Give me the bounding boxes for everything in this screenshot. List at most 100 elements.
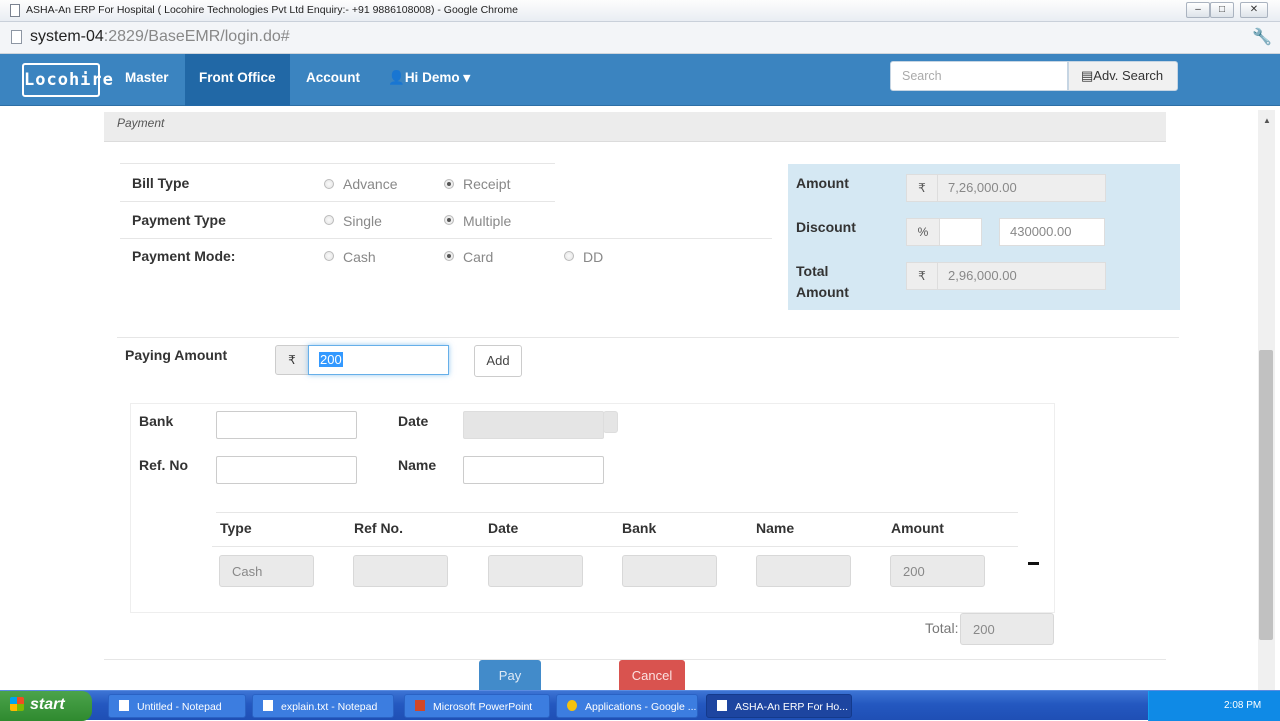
payment-type-multiple-radio[interactable] — [444, 215, 454, 225]
nav-item-master[interactable]: Master — [111, 54, 183, 106]
window-title-bar: ASHA-An ERP For Hospital ( Locohire Tech… — [0, 0, 1280, 22]
ref-no-input[interactable] — [216, 456, 357, 484]
bank-label: Bank — [139, 413, 174, 429]
date-label: Date — [398, 413, 429, 429]
notepad-icon — [263, 700, 273, 711]
payment-mode-cash-label[interactable]: Cash — [343, 249, 376, 265]
document-icon — [717, 700, 727, 711]
name-input[interactable] — [463, 456, 604, 484]
pay-button[interactable]: Pay — [479, 660, 541, 694]
payment-mode-label: Payment Mode: — [132, 248, 236, 264]
taskbar-item-label: explain.txt - Notepad — [281, 701, 378, 713]
date-input[interactable] — [463, 411, 604, 439]
user-icon: 👤 — [388, 70, 405, 85]
minimize-button[interactable]: – — [1186, 2, 1210, 18]
row-amount-cell: 200 — [890, 555, 985, 587]
payment-type-label: Payment Type — [132, 212, 226, 228]
bill-type-receipt-radio[interactable] — [444, 179, 454, 189]
taskbar-item-label: Applications - Google ... — [585, 701, 697, 713]
payment-mode-card-label[interactable]: Card — [463, 249, 493, 265]
page-scrollbar[interactable]: ▲ — [1258, 110, 1275, 690]
column-header-amount: Amount — [891, 520, 944, 536]
bill-type-label: Bill Type — [132, 175, 190, 191]
address-bar: system-04:2829/BaseEMR/login.do# 🔧 — [0, 22, 1280, 54]
taskbar-item-chrome-applications[interactable]: Applications - Google ... — [556, 694, 698, 718]
discount-amount-input[interactable]: 430000.00 — [999, 218, 1105, 246]
taskbar-item-label: Microsoft PowerPoint — [433, 701, 533, 713]
header-divider — [212, 546, 1018, 547]
scroll-up-arrow-icon[interactable]: ▲ — [1263, 116, 1271, 125]
bill-type-receipt-label[interactable]: Receipt — [463, 176, 510, 192]
page-icon — [11, 30, 22, 44]
add-button[interactable]: Add — [474, 345, 522, 377]
url-host: system-04 — [30, 28, 104, 45]
notepad-icon — [119, 700, 129, 711]
taskbar-item-notepad-explain[interactable]: explain.txt - Notepad — [252, 694, 394, 718]
scrollbar-thumb[interactable] — [1259, 350, 1273, 640]
bank-input[interactable] — [216, 411, 357, 439]
adv-search-label: Adv. Search — [1093, 68, 1164, 83]
payment-type-single-radio[interactable] — [324, 215, 334, 225]
close-window-button[interactable]: ✕ — [1240, 2, 1268, 18]
taskbar-item-powerpoint[interactable]: Microsoft PowerPoint — [404, 694, 550, 718]
row-ref-no-cell — [353, 555, 448, 587]
payment-mode-cash-radio[interactable] — [324, 251, 334, 261]
url-field[interactable]: system-04:2829/BaseEMR/login.do# — [30, 28, 290, 46]
total-amount-field: 2,96,000.00 — [937, 262, 1106, 290]
taskbar-item-asha-erp[interactable]: ASHA-An ERP For Ho... — [706, 694, 852, 718]
total-amount-label-line1: Total — [796, 263, 829, 279]
document-icon — [10, 4, 20, 17]
taskbar-item-label: ASHA-An ERP For Ho... — [735, 701, 849, 713]
payment-section-title: Payment — [117, 116, 165, 130]
maximize-button[interactable]: □ — [1210, 2, 1234, 18]
taskbar-clock: 2:08 PM — [1224, 700, 1262, 711]
total-label: Total: — [925, 620, 959, 636]
paying-amount-value: 200 — [319, 352, 343, 367]
taskbar-item-notepad-untitled[interactable]: Untitled - Notepad — [108, 694, 246, 718]
start-button[interactable]: start — [0, 691, 92, 721]
row-bank-cell — [622, 555, 717, 587]
payment-type-multiple-label[interactable]: Multiple — [463, 213, 511, 229]
rupee-icon: ₹ — [275, 345, 309, 375]
user-menu[interactable]: 👤Hi Demo ▾ — [374, 54, 484, 106]
payment-section-header: Payment — [104, 112, 1166, 142]
cancel-button[interactable]: Cancel — [619, 660, 685, 694]
row-type-cell: Cash — [219, 555, 314, 587]
divider — [120, 163, 555, 164]
bill-type-advance-radio[interactable] — [324, 179, 334, 189]
amount-label: Amount — [796, 175, 849, 191]
divider — [117, 337, 1179, 338]
row-date-cell — [488, 555, 583, 587]
nav-item-account[interactable]: Account — [292, 54, 374, 106]
windows-taskbar: start Untitled - Notepad explain.txt - N… — [0, 690, 1280, 721]
brand-logo[interactable]: Locohire — [22, 63, 113, 97]
payment-mode-dd-radio[interactable] — [564, 251, 574, 261]
amount-summary-panel: Amount ₹ 7,26,000.00 Discount % 430000.0… — [788, 164, 1180, 310]
window-title: ASHA-An ERP For Hospital ( Locohire Tech… — [26, 4, 518, 16]
column-header-name: Name — [756, 520, 795, 536]
bill-type-advance-label[interactable]: Advance — [343, 176, 397, 192]
amount-field: 7,26,000.00 — [937, 174, 1106, 202]
paying-amount-input[interactable]: 200 — [308, 345, 449, 375]
url-path: :2829/BaseEMR/login.do# — [103, 28, 290, 45]
discount-percent-input[interactable] — [939, 218, 982, 246]
list-icon: ▤ — [1081, 68, 1094, 83]
remove-row-minus-icon[interactable] — [1028, 562, 1039, 565]
rupee-icon: ₹ — [906, 262, 938, 290]
divider — [120, 201, 555, 202]
caret-down-icon: ▾ — [463, 70, 471, 85]
table-top-border — [216, 512, 1018, 513]
payment-type-single-label[interactable]: Single — [343, 213, 382, 229]
payment-mode-card-radio[interactable] — [444, 251, 454, 261]
discount-label: Discount — [796, 219, 856, 235]
search-input[interactable]: Search — [890, 61, 1068, 91]
nav-item-front-office[interactable]: Front Office — [185, 54, 290, 106]
adv-search-button[interactable]: ▤Adv. Search — [1068, 61, 1178, 91]
payment-mode-dd-label[interactable]: DD — [583, 249, 603, 265]
percent-icon: % — [906, 218, 940, 246]
wrench-icon[interactable]: 🔧 — [1252, 27, 1272, 47]
windows-flag-icon — [10, 697, 24, 711]
calendar-icon[interactable] — [603, 411, 618, 433]
powerpoint-icon — [415, 700, 425, 711]
column-header-ref-no: Ref No. — [354, 520, 403, 536]
